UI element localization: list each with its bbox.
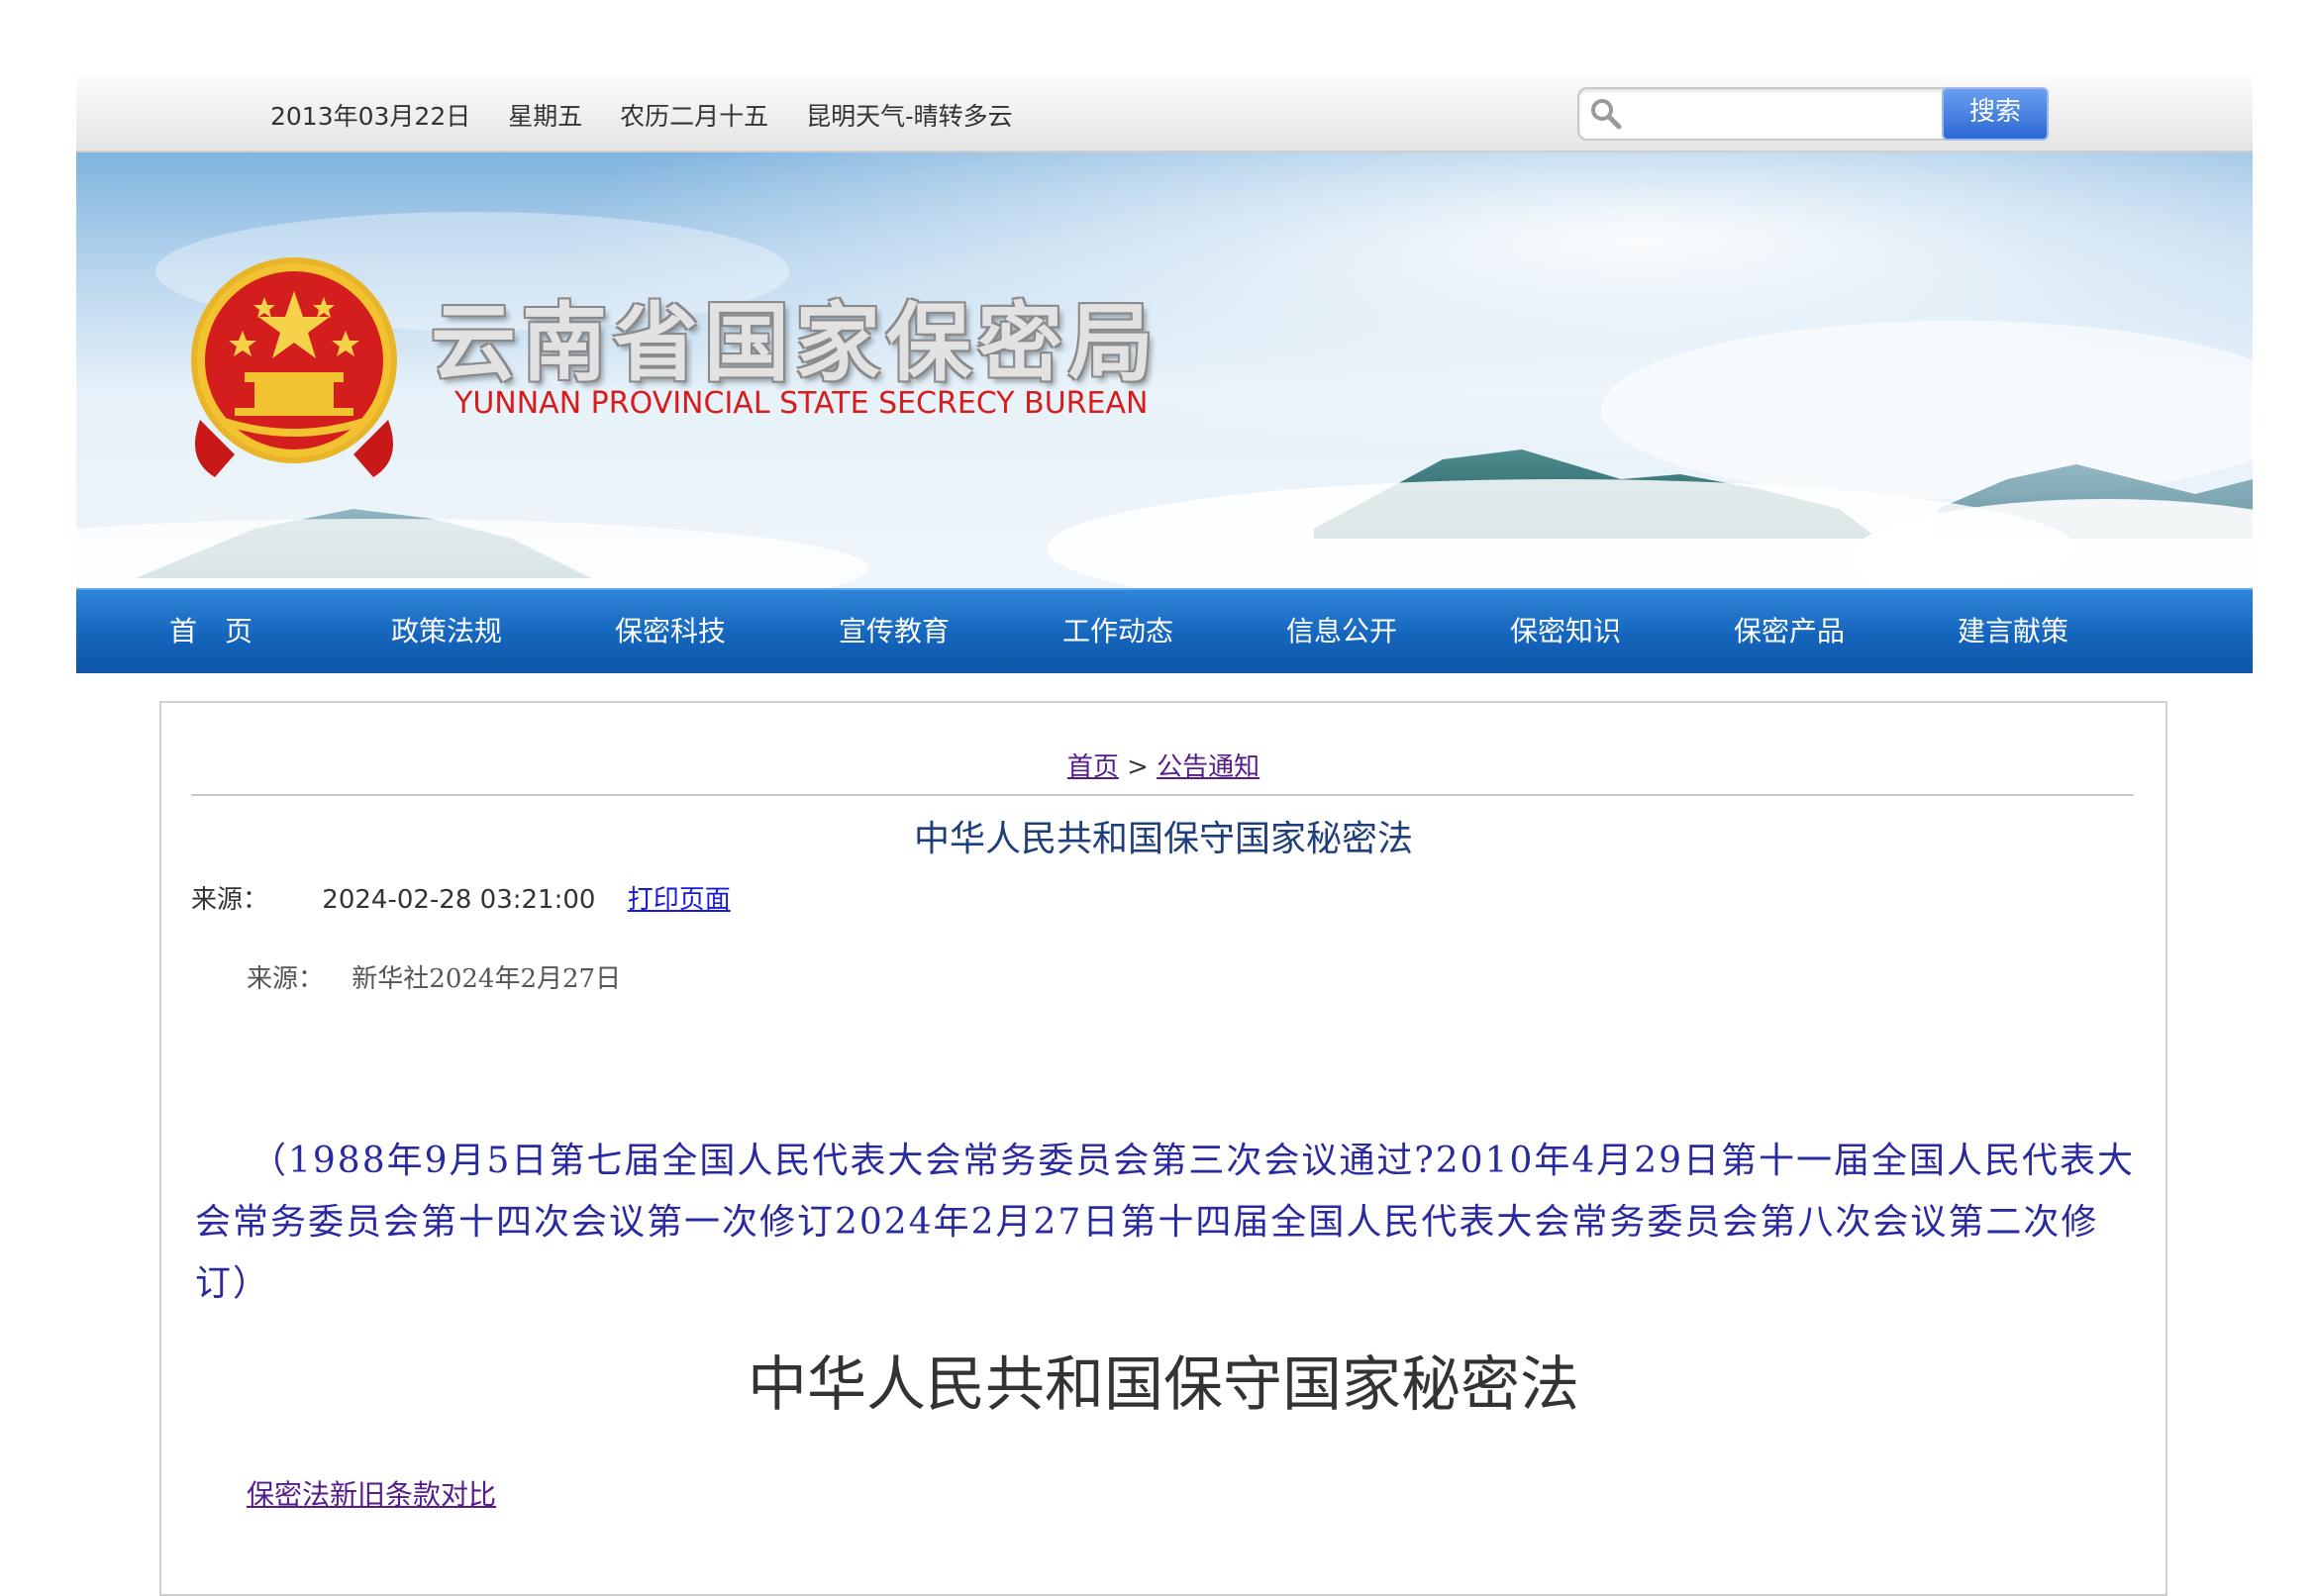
national-emblem-icon [191,257,397,477]
current-date: 2013年03月22日 [270,102,471,131]
nav-item-knowledge[interactable]: 保密知识 [1510,610,1621,649]
title-divider [191,794,2134,796]
breadcrumb-separator: > [1127,752,1149,782]
source-label: 来源： [247,964,325,994]
nav-item-education[interactable]: 宣传教育 [839,610,950,649]
lunar-date: 农历二月十五 [620,102,769,131]
print-page-link[interactable]: 打印页面 [628,885,731,915]
article-source: 来源： 新华社2024年2月27日 [247,958,621,995]
site-banner: 云南省国家保密局 YUNNAN PROVINCIAL STATE SECRECY… [76,152,2253,588]
search-button[interactable]: 搜索 [1942,87,2049,141]
nav-item-policy[interactable]: 政策法规 [391,610,502,649]
search-icon [1591,99,1622,130]
article-meta: 来源： 2024-02-28 03:21:00 打印页面 [191,879,731,916]
compare-clauses-link[interactable]: 保密法新旧条款对比 [247,1473,496,1513]
page-wrapper: 2013年03月22日 星期五 农历二月十五 昆明天气-晴转多云 搜索 云南省国… [76,77,2253,673]
source-value: 新华社2024年2月27日 [352,964,622,994]
law-heading: 中华人民共和国保守国家秘密法 [748,1350,1579,1420]
date-weather-info: 2013年03月22日 星期五 农历二月十五 昆明天气-晴转多云 [270,97,1013,133]
article-title: 中华人民共和国保守国家秘密法 [913,819,1413,859]
publish-time: 2024-02-28 03:21:00 [322,885,596,915]
article-panel: 首页 > 公告通知 中华人民共和国保守国家秘密法 来源： 2024-02-28 … [159,701,2167,1596]
nav-item-products[interactable]: 保密产品 [1734,610,1845,649]
nav-item-technology[interactable]: 保密科技 [615,610,726,649]
breadcrumb: 首页 > 公告通知 [161,747,2165,783]
weather: 昆明天气-晴转多云 [806,102,1013,131]
law-preface: （1988年9月5日第七届全国人民代表大会常务委员会第三次会议通过?2010年4… [195,1131,2136,1315]
banner-landscape [76,152,2253,588]
nav-item-home[interactable]: 首 页 [169,610,252,649]
nav-item-disclosure[interactable]: 信息公开 [1286,610,1397,649]
law-preface-text: （1988年9月5日第七届全国人民代表大会常务委员会第三次会议通过?2010年4… [195,1141,2136,1304]
weekday: 星期五 [508,102,583,131]
breadcrumb-home-link[interactable]: 首页 [1067,752,1119,782]
nav-item-news[interactable]: 工作动态 [1062,610,1173,649]
top-info-bar: 2013年03月22日 星期五 农历二月十五 昆明天气-晴转多云 搜索 [76,77,2253,152]
nav-item-suggestions[interactable]: 建言献策 [1958,610,2068,649]
search-input[interactable] [1631,95,1991,133]
meta-source-label: 来源： [191,885,269,915]
main-nav: 首 页 政策法规 保密科技 宣传教育 工作动态 信息公开 保密知识 保密产品 建… [76,588,2253,673]
site-subtitle: YUNNAN PROVINCIAL STATE SECRECY BUREAN [454,386,1149,421]
breadcrumb-section-link[interactable]: 公告通知 [1157,752,1259,782]
site-title: 云南省国家保密局 [431,294,1159,393]
